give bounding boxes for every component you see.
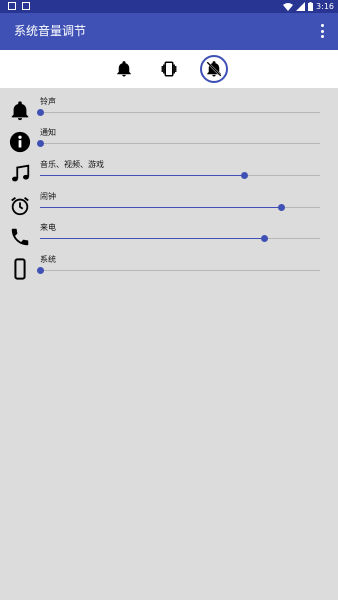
- app-title: 系统音量调节: [14, 24, 87, 38]
- vibrate-icon: [161, 61, 177, 77]
- bell-icon: [117, 61, 131, 77]
- slider-thumb[interactable]: [37, 109, 44, 116]
- volume-slider[interactable]: [37, 267, 320, 274]
- volume-row-notification: 通知: [0, 128, 338, 160]
- slider-thumb[interactable]: [37, 267, 44, 274]
- app-bar: 系统音量调节: [0, 13, 338, 50]
- more-vert-icon[interactable]: [320, 24, 324, 38]
- vibrate-mode-button[interactable]: [155, 55, 183, 83]
- volume-label: 铃声: [40, 97, 56, 106]
- signal-icon: [296, 2, 306, 11]
- status-time: 3:16: [316, 2, 334, 11]
- volume-row-system: 系统: [0, 255, 338, 287]
- slider-thumb[interactable]: [241, 172, 249, 179]
- alarm-clock-icon: [8, 194, 32, 218]
- battery-icon: [308, 2, 314, 11]
- info-icon: [8, 130, 32, 154]
- notification-icon: [8, 2, 16, 10]
- mute-icon: [206, 61, 222, 77]
- volume-slider[interactable]: [37, 109, 320, 116]
- slider-thumb[interactable]: [37, 140, 44, 147]
- wifi-icon: [283, 3, 294, 11]
- status-bar: 3:16: [0, 0, 338, 13]
- volume-slider[interactable]: [40, 172, 320, 179]
- mute-mode-button[interactable]: [200, 55, 228, 83]
- volume-label: 系统: [40, 255, 56, 264]
- bell-icon: [8, 99, 32, 123]
- music-note-icon: [8, 162, 32, 186]
- volume-row-call: 来电: [0, 223, 338, 255]
- phone-device-icon: [8, 257, 32, 281]
- volume-slider[interactable]: [37, 140, 320, 147]
- slider-thumb[interactable]: [277, 204, 285, 211]
- volume-label: 闹钟: [40, 192, 56, 201]
- phone-icon: [8, 225, 32, 249]
- volume-slider[interactable]: [40, 204, 320, 211]
- volume-label: 通知: [40, 128, 56, 137]
- notification-icon: [22, 2, 30, 10]
- volume-row-alarm: 闹钟: [0, 192, 338, 224]
- slider-thumb[interactable]: [261, 235, 268, 242]
- ringer-mode-bar: [0, 50, 338, 88]
- volume-label: 来电: [40, 223, 56, 232]
- ring-mode-button[interactable]: [110, 55, 138, 83]
- volume-label: 音乐、视频、游戏: [40, 160, 104, 169]
- volume-row-media: 音乐、视频、游戏: [0, 160, 338, 192]
- volume-slider[interactable]: [40, 235, 320, 242]
- volume-row-ringtone: 铃声: [0, 97, 338, 129]
